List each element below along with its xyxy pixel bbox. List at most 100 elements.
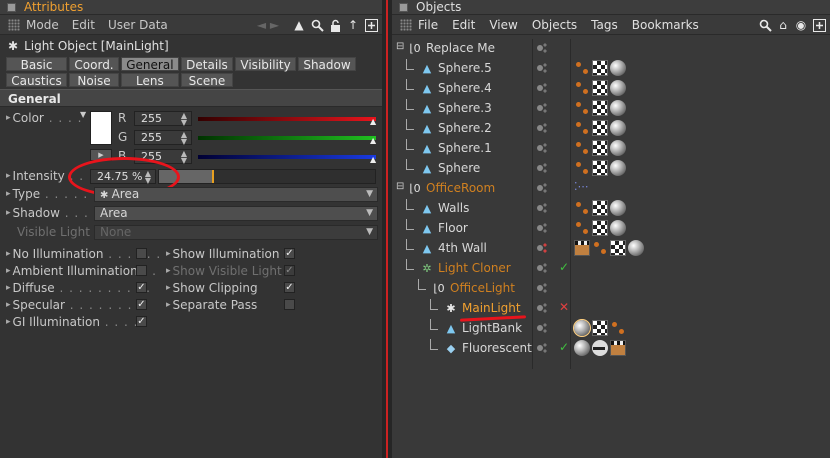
- material-tag-icon[interactable]: [610, 220, 626, 236]
- enabled-check-icon[interactable]: ✓: [559, 260, 569, 274]
- expand-icon[interactable]: ▸: [6, 171, 11, 181]
- compositing-tag-icon[interactable]: [574, 240, 590, 256]
- tab-lens[interactable]: Lens: [120, 73, 179, 88]
- expand-icon[interactable]: ▸: [166, 300, 171, 310]
- render-visibility-dots[interactable]: [542, 62, 548, 74]
- render-visibility-dots[interactable]: [542, 242, 548, 254]
- checkbox[interactable]: [284, 299, 295, 310]
- object-name[interactable]: Sphere.5: [438, 61, 492, 75]
- object-name[interactable]: Sphere.1: [438, 141, 492, 155]
- panel-divider[interactable]: [382, 0, 392, 458]
- object-name[interactable]: Sphere.2: [438, 121, 492, 135]
- b-slider[interactable]: [198, 155, 376, 159]
- object-row[interactable]: ▲ Sphere.5: [392, 59, 830, 79]
- texture-tag-icon[interactable]: [592, 80, 608, 96]
- object-row[interactable]: ✲ Light Cloner ✓: [392, 259, 830, 279]
- expand-icon[interactable]: ▸: [6, 208, 11, 218]
- object-name[interactable]: Fluorescent: [462, 341, 532, 355]
- object-row[interactable]: ▲ Sphere.3: [392, 99, 830, 119]
- material-tag-icon[interactable]: [610, 120, 626, 136]
- compositing-tag-icon[interactable]: [610, 340, 626, 356]
- object-row[interactable]: ▲ Sphere.2: [392, 119, 830, 139]
- r-input[interactable]: 255 ▲ ▼: [134, 111, 192, 127]
- texture-tag-icon[interactable]: [592, 60, 608, 76]
- object-name[interactable]: Floor: [438, 221, 468, 235]
- expand-icon[interactable]: ▸: [6, 317, 11, 327]
- enabled-check-icon[interactable]: ✓: [559, 340, 569, 354]
- expand-icon[interactable]: ▸: [166, 283, 171, 293]
- object-name[interactable]: OfficeLight: [450, 281, 515, 295]
- render-visibility-dots[interactable]: [542, 302, 548, 314]
- checkbox[interactable]: [136, 248, 147, 259]
- visible-light-dropdown[interactable]: None ▼: [94, 225, 378, 240]
- expand-icon[interactable]: ▸: [6, 189, 11, 199]
- object-row[interactable]: ▲ Sphere.1: [392, 139, 830, 159]
- spinner-icon[interactable]: ▲ ▼: [181, 131, 187, 146]
- phong-tag-icon[interactable]: [576, 82, 588, 94]
- pointer-icon[interactable]: ▲: [292, 18, 306, 32]
- object-name[interactable]: OfficeRoom: [426, 181, 495, 195]
- expand-icon[interactable]: ▸: [6, 249, 11, 259]
- object-row[interactable]: ⊟ ⌊0 Replace Me: [392, 39, 830, 59]
- home-icon[interactable]: ⌂: [776, 18, 790, 32]
- display-tag-icon[interactable]: [592, 340, 608, 356]
- render-visibility-dots[interactable]: [542, 102, 548, 114]
- object-row[interactable]: ▲ Sphere.4: [392, 79, 830, 99]
- search-icon[interactable]: [758, 18, 772, 32]
- search-icon[interactable]: [310, 18, 324, 32]
- history-arrows-icon[interactable]: ◄ ►: [248, 18, 288, 32]
- grip-icon[interactable]: [400, 18, 412, 31]
- eye-icon[interactable]: ◉: [794, 18, 808, 32]
- tab-shadow[interactable]: Shadow: [298, 57, 356, 72]
- material-tag-icon[interactable]: [610, 60, 626, 76]
- shadow-dropdown[interactable]: Area ▼: [94, 206, 378, 221]
- expand-icon[interactable]: ▸: [6, 283, 11, 293]
- checkbox[interactable]: ✓: [284, 265, 295, 276]
- menu-mode[interactable]: Mode: [26, 18, 59, 32]
- render-visibility-dots[interactable]: [542, 262, 548, 274]
- new-panel-icon[interactable]: [812, 18, 826, 32]
- g-slider-handle[interactable]: ▲: [370, 136, 376, 145]
- phong-tag-icon[interactable]: [576, 202, 588, 214]
- tab-coord[interactable]: Coord.: [69, 57, 119, 72]
- render-visibility-dots[interactable]: [542, 282, 548, 294]
- phong-tag-icon[interactable]: [594, 242, 606, 254]
- phong-tag-icon[interactable]: [576, 62, 588, 74]
- phong-tag-icon[interactable]: [576, 142, 588, 154]
- menu-tags[interactable]: Tags: [591, 18, 618, 32]
- object-row[interactable]: ▲ Sphere: [392, 159, 830, 179]
- texture-tag-icon[interactable]: [592, 220, 608, 236]
- null-display-icon[interactable]: ⁚⋯: [574, 180, 589, 193]
- material-tag-icon[interactable]: [610, 160, 626, 176]
- object-name[interactable]: Sphere.4: [438, 81, 492, 95]
- object-name[interactable]: Replace Me: [426, 41, 495, 55]
- collapse-icon[interactable]: ⊟: [396, 41, 404, 52]
- tab-basic[interactable]: Basic: [6, 57, 68, 72]
- render-visibility-dots[interactable]: [542, 182, 548, 194]
- checkbox[interactable]: ✓: [284, 282, 295, 293]
- texture-tag-icon[interactable]: [610, 240, 626, 256]
- tab-details[interactable]: Details: [180, 57, 234, 72]
- object-row[interactable]: ▲ Floor: [392, 219, 830, 239]
- collapse-icon[interactable]: ⊟: [396, 181, 404, 192]
- material-tag-icon[interactable]: [610, 100, 626, 116]
- checkbox[interactable]: [136, 265, 147, 276]
- object-row[interactable]: ◆ Fluorescent ✓: [392, 339, 830, 359]
- object-row[interactable]: ✱ MainLight ✕: [392, 299, 830, 319]
- render-visibility-dots[interactable]: [542, 222, 548, 234]
- texture-tag-icon[interactable]: [592, 200, 608, 216]
- expand-icon[interactable]: ▸: [166, 249, 171, 259]
- object-row[interactable]: ▲ 4th Wall: [392, 239, 830, 259]
- expand-icon[interactable]: ▸: [6, 300, 11, 310]
- color-expand-arrow-icon[interactable]: ▼: [80, 110, 86, 119]
- menu-user-data[interactable]: User Data: [108, 18, 168, 32]
- render-visibility-dots[interactable]: [542, 82, 548, 94]
- texture-tag-icon[interactable]: [592, 100, 608, 116]
- render-visibility-dots[interactable]: [542, 142, 548, 154]
- material-tag-icon[interactable]: [574, 340, 590, 356]
- object-name[interactable]: Sphere: [438, 161, 480, 175]
- g-slider[interactable]: [198, 136, 376, 140]
- phong-tag-icon[interactable]: [576, 162, 588, 174]
- g-input[interactable]: 255 ▲ ▼: [134, 130, 192, 146]
- new-panel-icon[interactable]: [364, 18, 378, 32]
